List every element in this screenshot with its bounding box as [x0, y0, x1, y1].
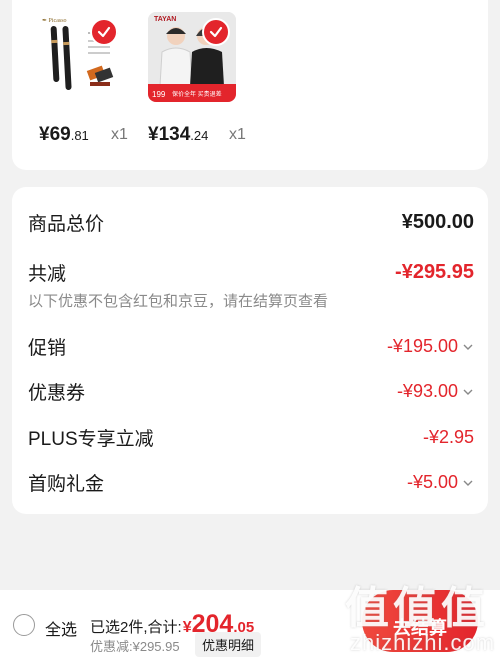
coupon-row[interactable]: 优惠券 -¥93.00	[28, 378, 474, 405]
promo-label: 促销	[28, 338, 67, 359]
watermark-logo: 值值值	[345, 584, 489, 633]
chevron-down-icon[interactable]	[462, 341, 474, 353]
plus-row: PLUS专享立减 -¥2.95	[28, 424, 474, 451]
total-label: 商品总价	[28, 214, 105, 235]
first-gift-value: -¥5.00	[406, 472, 458, 492]
coupon-value: -¥93.00	[396, 381, 458, 401]
chevron-down-icon[interactable]	[462, 386, 474, 398]
product-price-pen: ¥69.81	[39, 124, 89, 145]
total-value: ¥500.00	[401, 211, 474, 233]
banner-brand: TAYAN	[154, 16, 176, 23]
promo-row[interactable]: 促销 -¥195.00	[28, 333, 474, 360]
plus-label: PLUS专享立减	[28, 429, 154, 450]
promo-value: -¥195.00	[386, 336, 458, 356]
banner-price: 199	[152, 90, 166, 99]
discount-detail-button[interactable]: 优惠明细	[195, 632, 262, 657]
product-image-pen[interactable]: ✒ Picasso	[36, 12, 124, 102]
product-qty-pen: x1	[111, 126, 128, 143]
selected-text: 已选2件,合计:	[90, 619, 182, 636]
coupon-label: 优惠券	[28, 383, 86, 404]
watermark-site: zhizhizhi.com	[350, 630, 496, 655]
first-gift-row[interactable]: 首购礼金 -¥5.00	[28, 469, 474, 496]
product-qty-jacket: x1	[229, 126, 246, 143]
first-gift-label: 首购礼金	[28, 474, 105, 495]
price-summary-card: 商品总价 ¥500.00 共减 -¥295.95 以下优惠不包含红包和京豆，请在…	[12, 187, 488, 514]
products-card: ✒ Picasso TAYAN 199 保价全年 买贵退差 ¥69.81 x1 …	[12, 0, 488, 170]
product-price-jacket: ¥134.24	[148, 124, 209, 145]
total-currency: ¥	[182, 619, 192, 636]
discount-note: 以下优惠不包含红包和京豆，请在结算页查看	[28, 293, 329, 310]
selected-check-icon[interactable]	[90, 18, 118, 46]
product-image-jacket[interactable]: TAYAN 199 保价全年 买贵退差	[148, 12, 236, 102]
reduce-row: 共减 -¥295.95	[28, 259, 474, 286]
select-all-radio[interactable]	[13, 614, 35, 636]
chevron-down-icon[interactable]	[462, 477, 474, 489]
select-all-label[interactable]: 全选	[45, 616, 77, 640]
selected-check-icon[interactable]	[202, 18, 230, 46]
total-row: 商品总价 ¥500.00	[28, 209, 474, 236]
banner-text: 保价全年 买贵退差	[172, 90, 222, 98]
plus-value: -¥2.95	[422, 427, 474, 447]
svg-text:✒ Picasso: ✒ Picasso	[42, 18, 67, 24]
reduce-label: 共减	[28, 264, 67, 285]
reduce-value: -¥295.95	[395, 261, 474, 283]
discount-total: 优惠减:¥295.95	[90, 639, 180, 654]
